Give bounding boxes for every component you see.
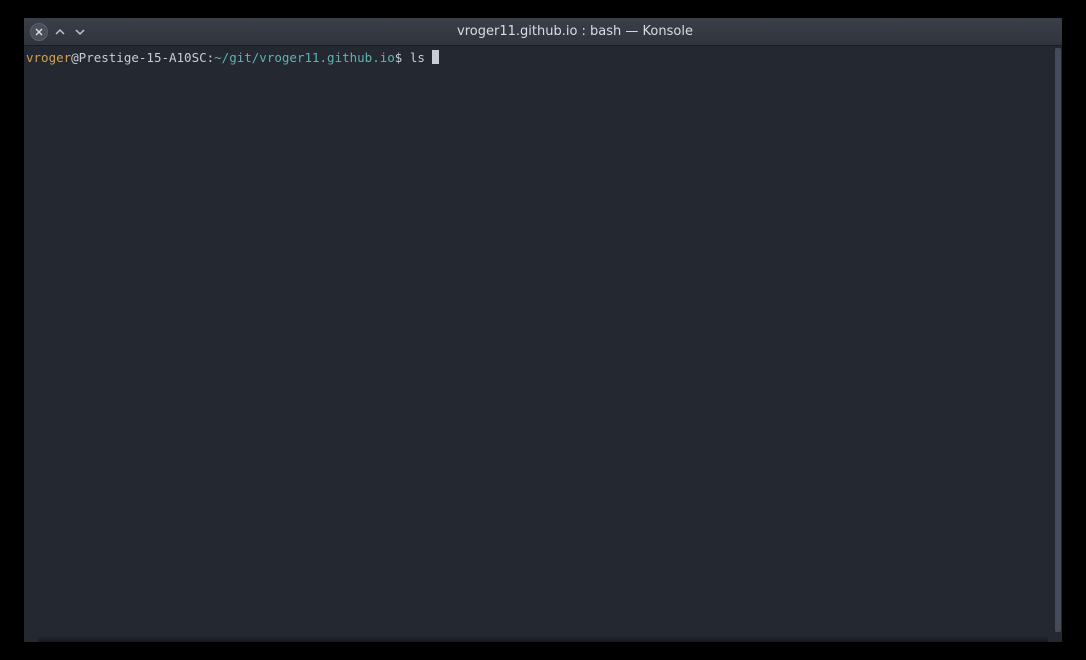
- chevron-down-icon: [74, 26, 86, 38]
- window-title: vroger11.github.io : bash — Konsole: [94, 24, 1056, 39]
- command-text: ls: [402, 50, 432, 65]
- konsole-window: vroger11.github.io : bash — Konsole vrog…: [24, 18, 1062, 642]
- titlebar: vroger11.github.io : bash — Konsole: [24, 18, 1062, 46]
- terminal-area[interactable]: vroger@Prestige-15-A10SC:~/git/vroger11.…: [24, 46, 1062, 642]
- prompt-path: ~/git/vroger11.github.io: [214, 50, 395, 65]
- bottom-shadow: [38, 636, 1048, 642]
- command-value: ls: [410, 50, 433, 65]
- prompt-host: @Prestige-15-A10SC:: [71, 50, 214, 65]
- titlebar-controls: [30, 23, 88, 41]
- scrollbar[interactable]: [1055, 48, 1061, 632]
- chevron-up-button[interactable]: [52, 24, 68, 40]
- close-icon: [34, 27, 44, 37]
- prompt-user: vroger: [26, 50, 71, 65]
- prompt-line: vroger@Prestige-15-A10SC:~/git/vroger11.…: [26, 50, 439, 65]
- scrollbar-thumb[interactable]: [1055, 48, 1061, 632]
- chevron-up-icon: [54, 26, 66, 38]
- chevron-down-button[interactable]: [72, 24, 88, 40]
- cursor: [432, 50, 439, 64]
- close-button[interactable]: [30, 23, 48, 41]
- terminal-content: vroger@Prestige-15-A10SC:~/git/vroger11.…: [26, 50, 1060, 638]
